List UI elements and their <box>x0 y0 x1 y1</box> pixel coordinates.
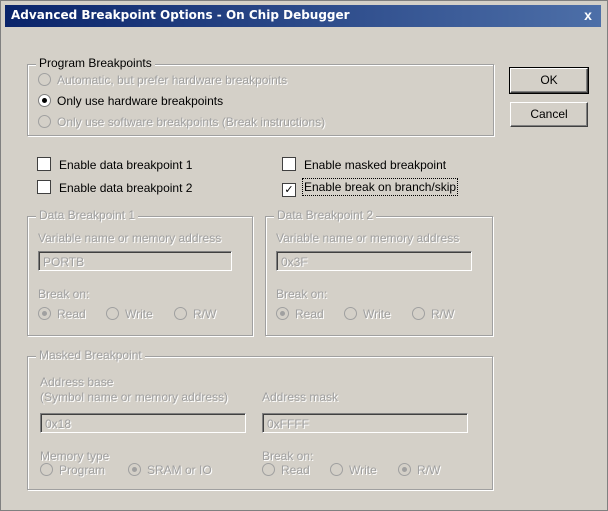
radio-button <box>38 115 51 128</box>
radio-button <box>344 307 357 320</box>
masked-write-radio[interactable]: Write <box>330 463 377 477</box>
checkbox <box>37 180 51 194</box>
enable-data-breakpoint-2-checkbox[interactable]: Enable data breakpoint 2 <box>37 180 192 195</box>
address-mask-field[interactable]: 0xFFFF <box>262 413 468 433</box>
radio-only-hardware[interactable]: Only use hardware breakpoints <box>38 94 223 108</box>
data-bp1-rw-radio[interactable]: R/W <box>174 307 216 321</box>
radio-button <box>276 307 289 320</box>
radio-button <box>174 307 187 320</box>
radio-button <box>398 463 411 476</box>
radio-button <box>106 307 119 320</box>
checkbox <box>282 157 296 171</box>
enable-break-on-branch-checkbox[interactable]: ✓ Enable break on branch/skip <box>282 178 459 197</box>
dialog-window: Advanced Breakpoint Options - On Chip De… <box>0 0 608 511</box>
data-breakpoint-2-group: Data Breakpoint 2 Variable name or memor… <box>265 208 493 336</box>
break-on-label: Break on: <box>276 287 328 301</box>
radio-button <box>128 463 141 476</box>
group-title: Data Breakpoint 2 <box>274 208 377 222</box>
radio-automatic-prefer-hardware[interactable]: Automatic, but prefer hardware breakpoin… <box>38 73 287 87</box>
data-breakpoint-1-group: Data Breakpoint 1 Variable name or memor… <box>27 208 253 336</box>
break-on-label: Break on: <box>38 287 90 301</box>
data-bp2-write-radio[interactable]: Write <box>344 307 391 321</box>
masked-breakpoint-group: Masked Breakpoint Address base (Symbol n… <box>27 348 493 490</box>
address-base-label: Address base <box>40 375 114 389</box>
masked-rw-radio[interactable]: R/W <box>398 463 440 477</box>
ok-button[interactable]: OK <box>509 67 589 94</box>
data-bp1-write-radio[interactable]: Write <box>106 307 153 321</box>
data-bp2-address-field[interactable]: 0x3F <box>276 251 472 271</box>
address-base-sublabel: (Symbol name or memory address) <box>40 390 229 404</box>
address-base-field[interactable]: 0x18 <box>40 413 246 433</box>
data-bp1-address-field[interactable]: PORTB <box>38 251 232 271</box>
window-title: Advanced Breakpoint Options - On Chip De… <box>11 8 350 22</box>
field-label: Variable name or memory address <box>38 231 222 245</box>
radio-button <box>38 73 51 86</box>
cancel-button[interactable]: Cancel <box>510 102 588 127</box>
radio-button <box>330 463 343 476</box>
program-breakpoints-group: Program Breakpoints Automatic, but prefe… <box>27 56 494 136</box>
radio-button <box>38 307 51 320</box>
address-mask-label: Address mask <box>262 390 339 404</box>
radio-button <box>40 463 53 476</box>
memory-type-label: Memory type <box>40 449 110 463</box>
radio-button <box>262 463 275 476</box>
radio-button <box>412 307 425 320</box>
title-bar: Advanced Breakpoint Options - On Chip De… <box>5 5 601 27</box>
radio-button <box>38 94 51 107</box>
masked-read-radio[interactable]: Read <box>262 463 310 477</box>
group-title: Data Breakpoint 1 <box>36 208 139 222</box>
group-title: Program Breakpoints <box>36 56 155 70</box>
field-label: Variable name or memory address <box>276 231 460 245</box>
check-icon: ✓ <box>282 183 296 197</box>
enable-masked-breakpoint-checkbox[interactable]: Enable masked breakpoint <box>282 157 446 172</box>
close-icon[interactable]: x <box>579 6 597 24</box>
break-on-label: Break on: <box>262 449 314 463</box>
data-bp1-read-radio[interactable]: Read <box>38 307 86 321</box>
memory-type-program-radio[interactable]: Program <box>40 463 105 477</box>
radio-only-software[interactable]: Only use software breakpoints (Break ins… <box>38 115 325 129</box>
data-bp2-read-radio[interactable]: Read <box>276 307 324 321</box>
group-title: Masked Breakpoint <box>36 348 145 362</box>
data-bp2-rw-radio[interactable]: R/W <box>412 307 454 321</box>
checkbox <box>37 157 51 171</box>
enable-data-breakpoint-1-checkbox[interactable]: Enable data breakpoint 1 <box>37 157 192 172</box>
memory-type-sram-radio[interactable]: SRAM or IO <box>128 463 212 477</box>
